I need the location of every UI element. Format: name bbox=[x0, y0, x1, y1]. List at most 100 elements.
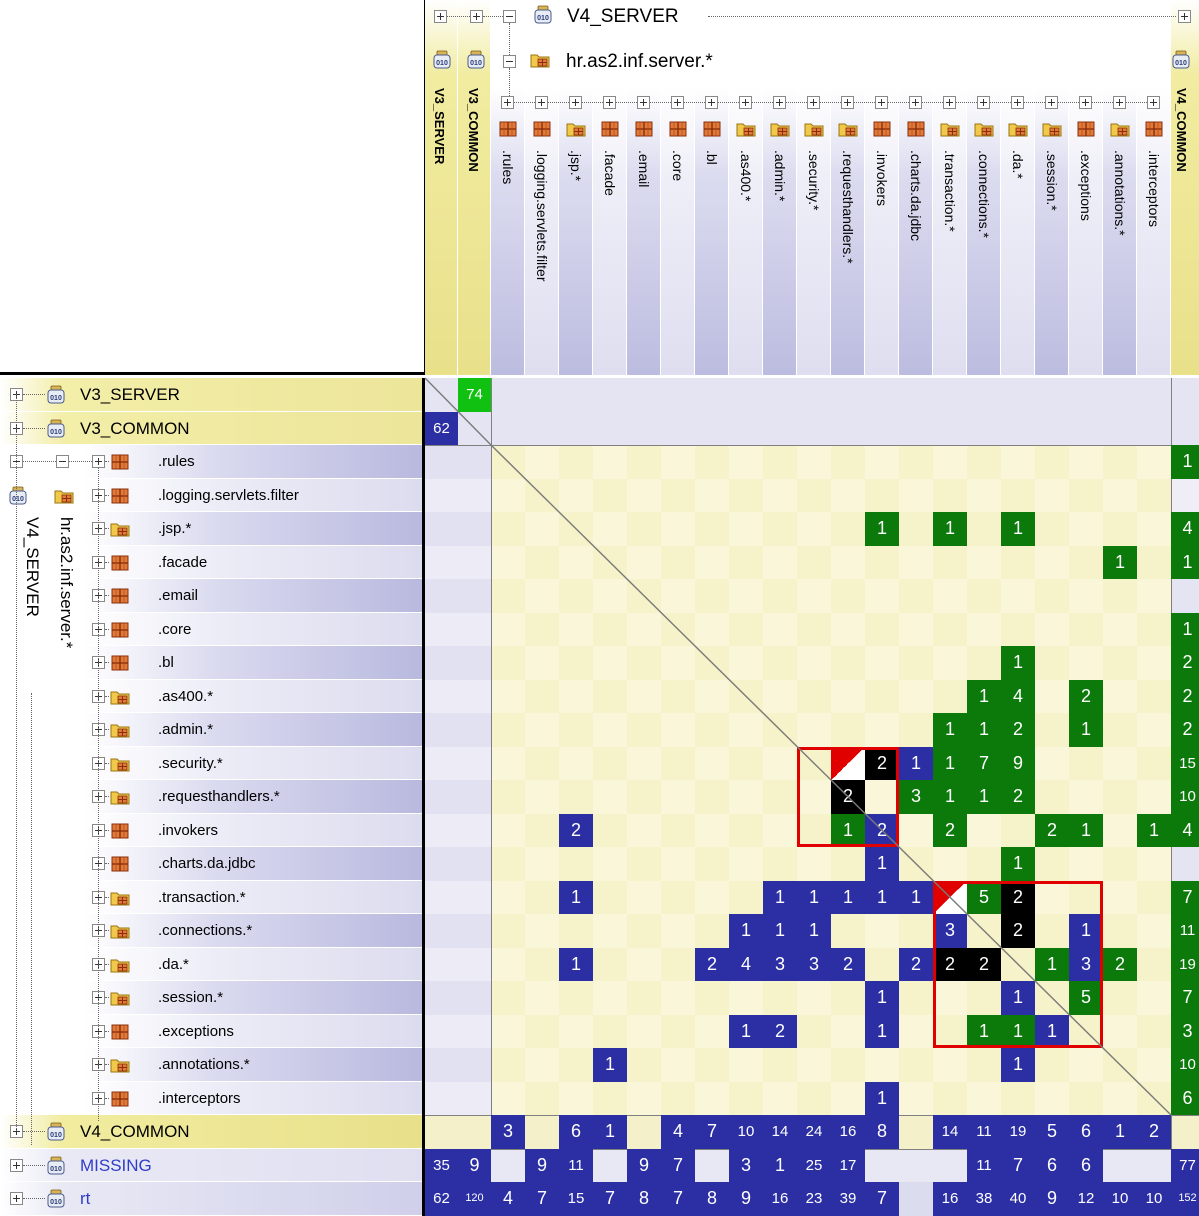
expand-toggle-icon[interactable] bbox=[603, 96, 616, 109]
dependency-cell[interactable]: 16 bbox=[763, 1182, 797, 1216]
dependency-cell[interactable]: 10 bbox=[1103, 1182, 1137, 1216]
row-label[interactable]: .as400.* bbox=[158, 680, 213, 713]
column-label[interactable]: .transaction.* bbox=[942, 150, 958, 232]
dependency-cell[interactable]: 7 bbox=[1001, 1148, 1035, 1182]
dependency-cell[interactable]: 7 bbox=[661, 1182, 695, 1216]
row-label[interactable]: .jsp.* bbox=[158, 512, 191, 545]
row-label[interactable]: .connections.* bbox=[158, 914, 252, 947]
row-label[interactable]: .rules bbox=[158, 445, 195, 478]
expand-toggle-icon[interactable] bbox=[92, 455, 105, 468]
dependency-cell[interactable]: 3 bbox=[1171, 1014, 1199, 1048]
dependency-cell[interactable]: 12 bbox=[1069, 1182, 1103, 1216]
expand-toggle-icon[interactable] bbox=[1079, 96, 1092, 109]
column-tree-package[interactable]: hr.as2.inf.server.* bbox=[566, 51, 713, 73]
dependency-cell[interactable]: 1 bbox=[1171, 445, 1199, 479]
dependency-cell[interactable]: 6 bbox=[1069, 1115, 1103, 1149]
dependency-cell[interactable]: 7 bbox=[593, 1182, 627, 1216]
row-label[interactable]: .exceptions bbox=[158, 1015, 234, 1048]
expand-toggle-icon[interactable] bbox=[773, 96, 786, 109]
dependency-cell[interactable]: 1 bbox=[1103, 1115, 1137, 1149]
column-label[interactable]: .rules bbox=[500, 150, 516, 184]
dependency-cell[interactable]: 9 bbox=[458, 1148, 491, 1182]
column-label[interactable]: .session.* bbox=[1044, 150, 1060, 211]
expand-toggle-icon[interactable] bbox=[671, 96, 684, 109]
column-label[interactable]: .invokers bbox=[874, 150, 890, 206]
row-label[interactable]: .bl bbox=[158, 646, 174, 679]
dependency-cell[interactable]: 14 bbox=[763, 1115, 797, 1149]
row-header-band[interactable] bbox=[84, 947, 422, 981]
dependency-cell[interactable]: 4 bbox=[661, 1115, 695, 1149]
dependency-cell[interactable]: 23 bbox=[797, 1182, 831, 1216]
row-header-band[interactable] bbox=[84, 612, 422, 646]
dependency-cell[interactable]: 4 bbox=[1001, 679, 1035, 713]
dependency-cell[interactable]: 3 bbox=[899, 780, 933, 814]
collapse-toggle-icon[interactable] bbox=[503, 55, 516, 68]
expand-toggle-icon[interactable] bbox=[977, 96, 990, 109]
dependency-cell[interactable]: 6 bbox=[1069, 1148, 1103, 1182]
row-tree-package[interactable]: hr.as2.inf.server.* bbox=[56, 517, 76, 648]
dependency-cell[interactable]: 1 bbox=[729, 1014, 763, 1048]
dependency-cell[interactable]: 15 bbox=[559, 1182, 593, 1216]
column-label[interactable]: .security.* bbox=[806, 150, 822, 210]
row-header-band[interactable] bbox=[84, 1014, 422, 1048]
dependency-cell[interactable]: 1 bbox=[797, 880, 831, 914]
expand-toggle-icon[interactable] bbox=[10, 1158, 23, 1172]
row-label[interactable]: V4_COMMON bbox=[80, 1115, 190, 1148]
dependency-cell[interactable]: 1 bbox=[1171, 612, 1199, 646]
dependency-cell[interactable]: 39 bbox=[831, 1182, 865, 1216]
dependency-cell[interactable]: 16 bbox=[831, 1115, 865, 1149]
dependency-cell[interactable]: 120 bbox=[458, 1182, 491, 1216]
dependency-cell[interactable]: 4 bbox=[1171, 813, 1199, 847]
column-label[interactable]: .requesthandlers.* bbox=[840, 150, 856, 264]
dependency-cell[interactable]: 7 bbox=[661, 1148, 695, 1182]
column-v3-common-label[interactable]: V3_COMMON bbox=[466, 88, 481, 172]
column-v3-server-label[interactable]: V3_SERVER bbox=[432, 88, 447, 164]
dependency-cell[interactable]: 1 bbox=[593, 1048, 627, 1082]
dependency-cell[interactable]: 1 bbox=[763, 914, 797, 948]
dependency-cell[interactable]: 9 bbox=[627, 1148, 661, 1182]
expand-toggle-icon[interactable] bbox=[1178, 10, 1191, 23]
row-header-band[interactable] bbox=[84, 1081, 422, 1115]
dependency-cell[interactable]: 24 bbox=[797, 1115, 831, 1149]
dependency-cell[interactable]: 1 bbox=[1137, 813, 1171, 847]
column-label[interactable]: .core bbox=[670, 150, 686, 181]
row-label[interactable]: .session.* bbox=[158, 981, 223, 1014]
row-label[interactable]: rt bbox=[80, 1182, 90, 1215]
dependency-cell[interactable]: 1 bbox=[933, 746, 967, 780]
row-label[interactable]: .interceptors bbox=[158, 1082, 241, 1115]
expand-toggle-icon[interactable] bbox=[807, 96, 820, 109]
expand-toggle-icon[interactable] bbox=[569, 96, 582, 109]
dependency-cell[interactable]: 9 bbox=[525, 1148, 559, 1182]
dependency-cell[interactable]: 152 bbox=[1171, 1182, 1199, 1216]
dependency-cell[interactable]: 4 bbox=[1171, 512, 1199, 546]
row-label[interactable]: .facade bbox=[158, 546, 207, 579]
expand-toggle-icon[interactable] bbox=[739, 96, 752, 109]
row-header-band[interactable] bbox=[84, 512, 422, 546]
dependency-cell[interactable]: 2 bbox=[1171, 646, 1199, 680]
dependency-cell[interactable]: 19 bbox=[1001, 1115, 1035, 1149]
dependency-cell[interactable]: 19 bbox=[1171, 947, 1199, 981]
column-label[interactable]: .connections.* bbox=[976, 150, 992, 238]
dependency-cell[interactable]: 2 bbox=[763, 1014, 797, 1048]
column-v4-common-label[interactable]: V4_COMMON bbox=[1174, 88, 1189, 172]
row-label[interactable]: V3_SERVER bbox=[80, 378, 180, 411]
dependency-cell[interactable]: 1 bbox=[1103, 545, 1137, 579]
column-label[interactable]: .as400.* bbox=[738, 150, 754, 201]
dependency-cell[interactable]: 2 bbox=[1001, 713, 1035, 747]
dependency-cell[interactable]: 2 bbox=[1171, 679, 1199, 713]
dependency-cell[interactable]: 2 bbox=[1001, 780, 1035, 814]
column-label[interactable]: .charts.da.jdbc bbox=[908, 150, 924, 241]
row-header-band[interactable] bbox=[84, 579, 422, 613]
expand-toggle-icon[interactable] bbox=[1147, 96, 1160, 109]
dependency-cell[interactable]: 62 bbox=[425, 1182, 458, 1216]
dependency-cell[interactable]: 10 bbox=[1171, 1048, 1199, 1082]
dependency-cell[interactable]: 1 bbox=[865, 847, 899, 881]
dependency-cell[interactable]: 1 bbox=[797, 914, 831, 948]
row-label[interactable]: .charts.da.jdbc bbox=[158, 847, 256, 880]
column-tree-server-module[interactable]: V4_SERVER bbox=[567, 6, 679, 28]
column-label[interactable]: .da.* bbox=[1010, 150, 1026, 179]
row-tree-server-module[interactable]: V4_SERVER bbox=[22, 517, 42, 617]
dependency-cell[interactable]: 1 bbox=[933, 713, 967, 747]
dependency-cell[interactable]: 1 bbox=[1069, 713, 1103, 747]
dependency-cell[interactable]: 1 bbox=[763, 1148, 797, 1182]
